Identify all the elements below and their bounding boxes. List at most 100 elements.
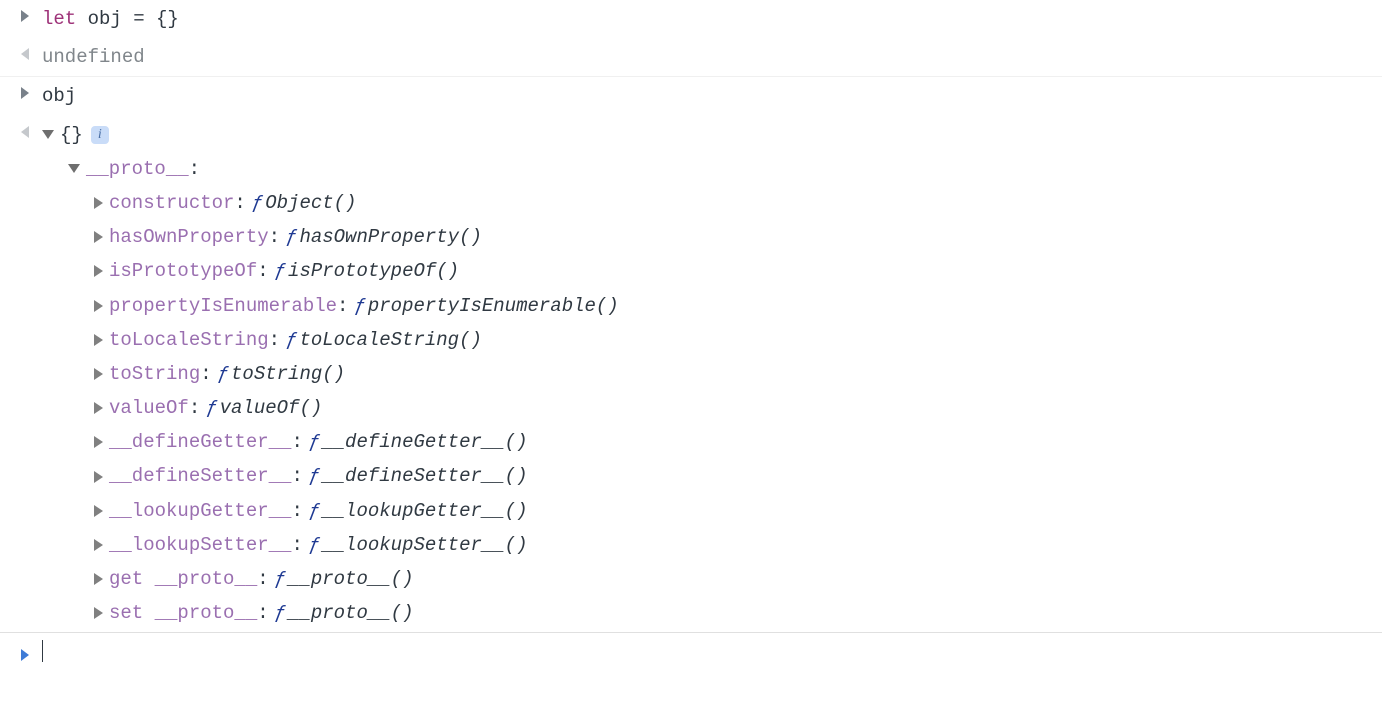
triangle-down-icon[interactable] [42, 130, 54, 139]
triangle-right-icon[interactable] [94, 607, 103, 619]
triangle-right-icon[interactable] [94, 300, 103, 312]
console-prompt-row[interactable] [0, 632, 1382, 669]
chevron-right-icon [21, 649, 29, 661]
tree-member[interactable]: __defineSetter__:ƒ __defineSetter__() [42, 459, 1382, 493]
function-name: __lookupSetter__() [322, 528, 527, 562]
triangle-right-icon[interactable] [94, 265, 103, 277]
tree-member[interactable]: set __proto__:ƒ __proto__() [42, 596, 1382, 630]
colon: : [257, 254, 268, 288]
console-input-row: let obj = {} [0, 0, 1382, 38]
info-icon[interactable]: i [91, 126, 109, 144]
prompt-marker [8, 641, 42, 661]
console-input-code: obj [42, 79, 1382, 113]
tree-member[interactable]: hasOwnProperty:ƒ hasOwnProperty() [42, 220, 1382, 254]
chevron-right-icon [21, 87, 29, 99]
function-name: toString() [231, 357, 345, 391]
tree-member[interactable]: toLocaleString:ƒ toLocaleString() [42, 323, 1382, 357]
tree-member[interactable]: get __proto__:ƒ __proto__() [42, 562, 1382, 596]
console-panel: let obj = {} undefined obj {} i [0, 0, 1382, 669]
triangle-right-icon[interactable] [94, 505, 103, 517]
console-output-value: undefined [42, 40, 1382, 74]
function-symbol: ƒ [286, 220, 297, 254]
function-symbol: ƒ [206, 391, 217, 425]
function-name: __defineSetter__() [322, 459, 527, 493]
colon: : [269, 220, 280, 254]
member-name: __lookupGetter__ [109, 494, 291, 528]
triangle-right-icon[interactable] [94, 334, 103, 346]
function-symbol: ƒ [309, 494, 320, 528]
chevron-right-icon [21, 10, 29, 22]
tree-member[interactable]: isPrototypeOf:ƒ isPrototypeOf() [42, 254, 1382, 288]
function-symbol: ƒ [275, 562, 286, 596]
tree-proto[interactable]: __proto__: [42, 152, 1382, 186]
proto-label: __proto__ [86, 152, 189, 186]
colon: : [200, 357, 211, 391]
triangle-right-icon[interactable] [94, 402, 103, 414]
function-name: toLocaleString() [299, 323, 481, 357]
colon: : [337, 289, 348, 323]
output-marker [8, 118, 42, 138]
tree-member[interactable]: __lookupSetter__:ƒ __lookupSetter__() [42, 528, 1382, 562]
function-symbol: ƒ [252, 186, 263, 220]
tree-member[interactable]: __defineGetter__:ƒ __defineGetter__() [42, 425, 1382, 459]
triangle-right-icon[interactable] [94, 539, 103, 551]
chevron-left-icon [21, 126, 29, 138]
function-symbol: ƒ [218, 357, 229, 391]
function-name: hasOwnProperty() [299, 220, 481, 254]
chevron-left-icon [21, 48, 29, 60]
function-name: Object() [265, 186, 356, 220]
tree-member[interactable]: propertyIsEnumerable:ƒ propertyIsEnumera… [42, 289, 1382, 323]
tree-member[interactable]: constructor:ƒ Object() [42, 186, 1382, 220]
console-input-code: let obj = {} [42, 2, 1382, 36]
colon: : [257, 596, 268, 630]
member-name: toString [109, 357, 200, 391]
member-name: valueOf [109, 391, 189, 425]
member-name: __defineGetter__ [109, 425, 291, 459]
colon: : [234, 186, 245, 220]
triangle-right-icon[interactable] [94, 436, 103, 448]
function-name: propertyIsEnumerable() [368, 289, 619, 323]
code-rest: obj = {} [76, 8, 179, 30]
triangle-right-icon[interactable] [94, 573, 103, 585]
function-symbol: ƒ [309, 528, 320, 562]
member-name: set __proto__ [109, 596, 257, 630]
input-marker [8, 2, 42, 22]
triangle-right-icon[interactable] [94, 231, 103, 243]
function-name: __proto__() [288, 562, 413, 596]
function-name: valueOf() [220, 391, 323, 425]
tree-member[interactable]: __lookupGetter__:ƒ __lookupGetter__() [42, 494, 1382, 528]
function-name: __proto__() [288, 596, 413, 630]
member-name: __lookupSetter__ [109, 528, 291, 562]
member-name: get __proto__ [109, 562, 257, 596]
input-marker [8, 79, 42, 99]
function-symbol: ƒ [309, 459, 320, 493]
colon: : [269, 323, 280, 357]
triangle-right-icon[interactable] [94, 197, 103, 209]
function-name: __lookupGetter__() [322, 494, 527, 528]
colon: : [257, 562, 268, 596]
colon: : [291, 425, 302, 459]
function-symbol: ƒ [275, 596, 286, 630]
member-name: __defineSetter__ [109, 459, 291, 493]
function-symbol: ƒ [275, 254, 286, 288]
object-tree: {} i __proto__: constructor:ƒ Object()ha… [42, 118, 1382, 631]
function-symbol: ƒ [354, 289, 365, 323]
tree-member[interactable]: valueOf:ƒ valueOf() [42, 391, 1382, 425]
colon: : [189, 391, 200, 425]
function-symbol: ƒ [286, 323, 297, 357]
triangle-right-icon[interactable] [94, 471, 103, 483]
triangle-right-icon[interactable] [94, 368, 103, 380]
keyword-let: let [42, 8, 76, 30]
console-input[interactable] [43, 639, 1382, 663]
colon: : [291, 494, 302, 528]
console-input-row: obj [0, 77, 1382, 115]
member-name: hasOwnProperty [109, 220, 269, 254]
colon: : [189, 152, 200, 186]
tree-root[interactable]: {} i [42, 118, 1382, 152]
proto-members: constructor:ƒ Object()hasOwnProperty:ƒ h… [42, 186, 1382, 630]
tree-member[interactable]: toString:ƒ toString() [42, 357, 1382, 391]
triangle-down-icon[interactable] [68, 164, 80, 173]
member-name: isPrototypeOf [109, 254, 257, 288]
member-name: constructor [109, 186, 234, 220]
function-name: isPrototypeOf() [288, 254, 459, 288]
